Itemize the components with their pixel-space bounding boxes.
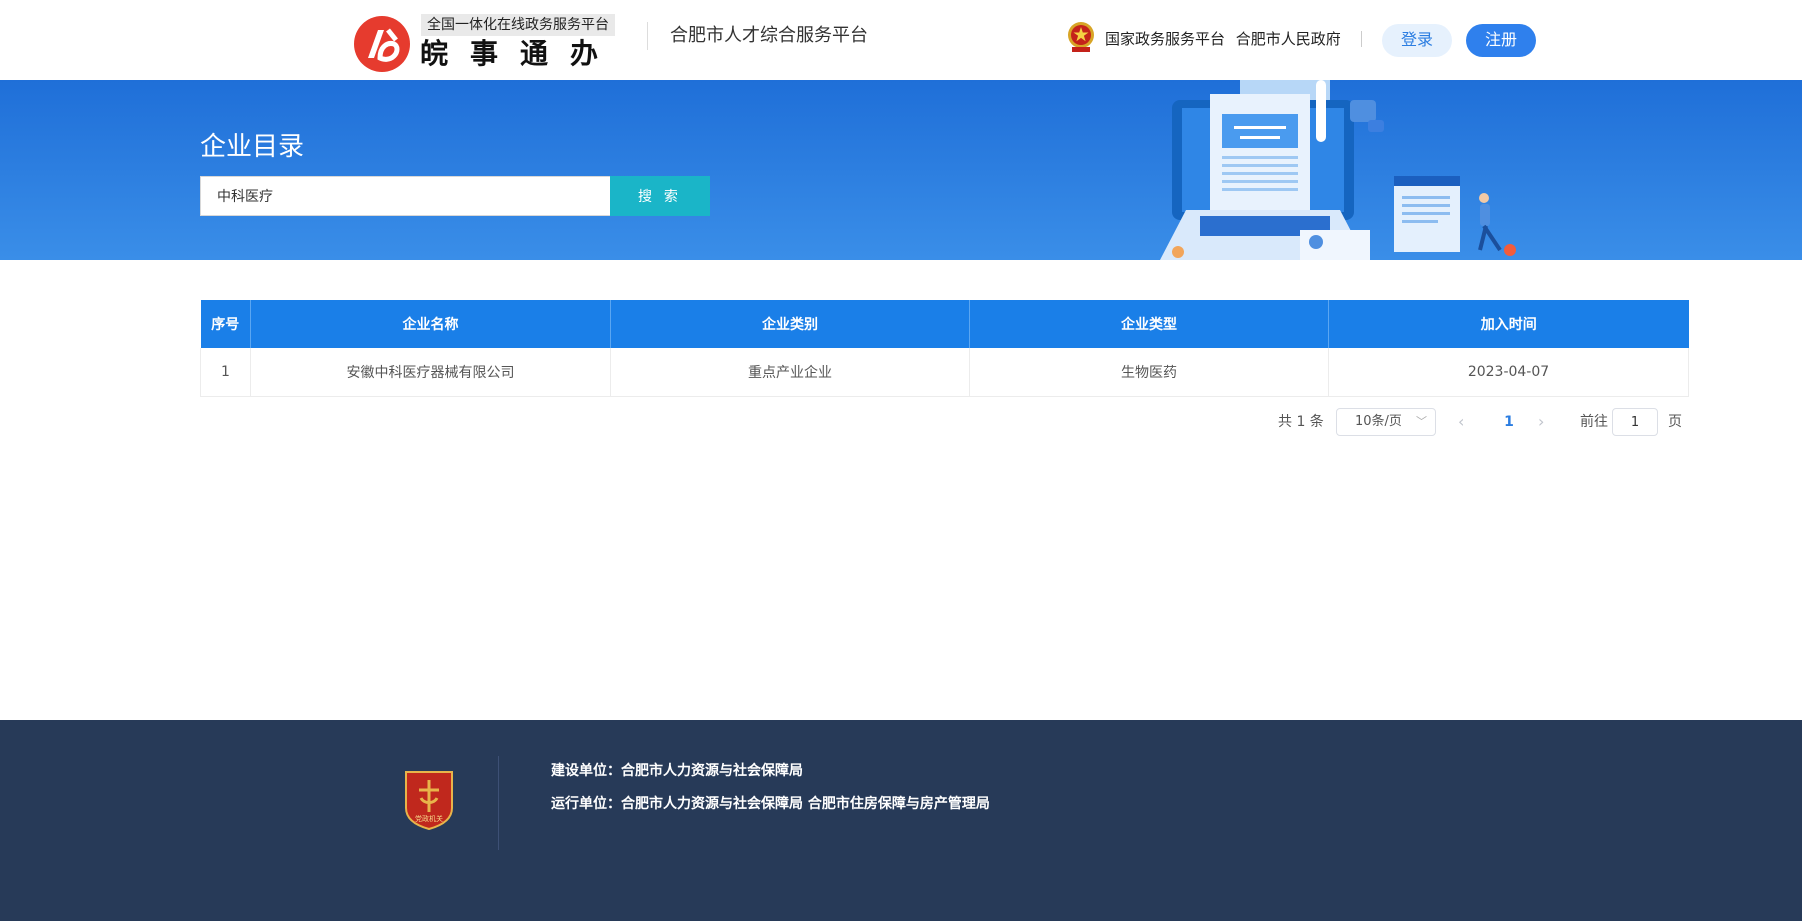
table-header-row: 序号 企业名称 企业类别 企业类型 加入时间 [200,300,1689,348]
search-button[interactable]: 搜 索 [610,176,710,216]
page-size-value: 10条/页 [1355,414,1402,429]
run-unit-text: 运行单位：合肥市人力资源与社会保障局 合肥市住房保障与房产管理局 [551,796,990,812]
cell-index: 1 [200,348,251,397]
search-input[interactable] [200,176,610,216]
chevron-right-icon[interactable]: › [1538,408,1544,436]
enterprise-table: 序号 企业名称 企业类别 企业类型 加入时间 1 安徽中科医疗器械有限公司 重点… [200,300,1689,397]
gov-links: 国家政务服务平台 合肥市人民政府 [1105,28,1347,50]
footer-divider [498,756,499,850]
wanshitongban-logo-icon[interactable] [354,16,410,72]
page-number-current[interactable]: 1 [1494,408,1524,436]
chevron-down-icon: ﹀ [1416,415,1427,428]
register-button[interactable]: 注册 [1466,24,1536,57]
search-banner: 企业目录 搜 索 [0,80,1802,260]
gov-link-hefei[interactable]: 合肥市人民政府 [1236,30,1341,48]
page-suffix-label: 页 [1668,414,1682,430]
page-title: 企业目录 [200,132,305,162]
column-header-category: 企业类别 [610,300,970,348]
gov-divider [1361,31,1362,47]
party-government-badge-icon[interactable]: 党政机关 [402,768,456,830]
national-emblem-icon [1068,22,1094,52]
badge-text: 党政机关 [415,814,443,823]
top-header: 全国一体化在线政务服务平台 皖事通办 合肥市人才综合服务平台 国家政务服务平台 … [0,0,1802,80]
table-row[interactable]: 1 安徽中科医疗器械有限公司 重点产业企业 生物医药 2023-04-07 [200,348,1689,397]
build-unit-text: 建设单位：合肥市人力资源与社会保障局 [551,763,803,779]
column-header-index: 序号 [200,300,251,348]
column-header-join-date: 加入时间 [1328,300,1689,348]
cell-category: 重点产业企业 [610,348,970,397]
goto-page-input[interactable] [1612,408,1658,436]
platform-title: 合肥市人才综合服务平台 [670,25,868,46]
chevron-left-icon[interactable]: ‹ [1458,408,1464,436]
page-size-select[interactable]: 10条/页 ﹀ [1336,408,1436,436]
logo-title: 皖事通办 [420,37,621,70]
cell-name: 安徽中科医疗器械有限公司 [250,348,611,397]
cell-type: 生物医药 [969,348,1329,397]
goto-label: 前往 [1580,414,1608,430]
laptop-illustration-icon [1160,80,1516,260]
page-footer: 党政机关 建设单位：合肥市人力资源与社会保障局 运行单位：合肥市人力资源与社会保… [0,720,1802,921]
gov-link-national[interactable]: 国家政务服务平台 [1105,30,1225,48]
pagination-total: 共 1 条 [1278,414,1324,430]
logo-subtitle: 全国一体化在线政务服务平台 [421,14,615,36]
column-header-type: 企业类型 [969,300,1329,348]
column-header-name: 企业名称 [250,300,611,348]
header-divider [647,22,648,50]
login-button[interactable]: 登录 [1382,24,1452,57]
cell-join-date: 2023-04-07 [1328,348,1689,397]
